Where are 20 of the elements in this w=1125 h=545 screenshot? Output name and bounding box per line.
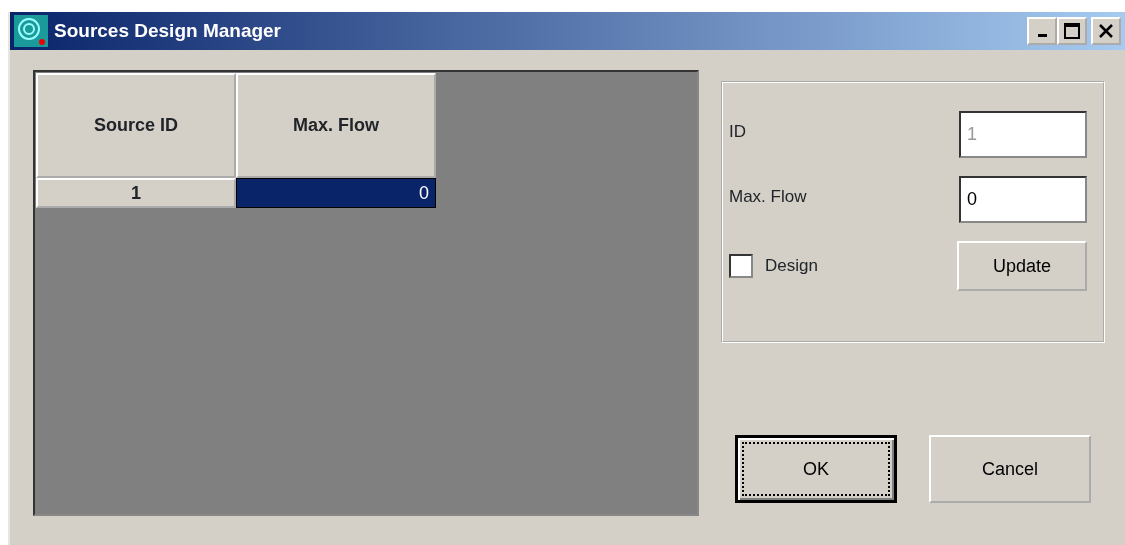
close-button[interactable] bbox=[1091, 17, 1121, 45]
dialog-button[interactable]: Cancel bbox=[929, 435, 1091, 503]
update-button[interactable]: Update bbox=[957, 241, 1087, 291]
field-label: ID bbox=[729, 121, 746, 143]
checkbox-label: Design bbox=[765, 255, 818, 278]
close-icon bbox=[1098, 23, 1114, 39]
column-header[interactable]: Source ID bbox=[36, 73, 236, 178]
table-cell[interactable]: 1 bbox=[36, 178, 236, 208]
input-field[interactable]: 0 bbox=[959, 176, 1087, 223]
field-label: Max. Flow bbox=[729, 186, 807, 208]
checkbox[interactable] bbox=[729, 254, 753, 278]
minimize-icon bbox=[1037, 34, 1047, 37]
window-title: Sources Design Manager bbox=[54, 18, 282, 43]
dialog-button[interactable]: OK bbox=[735, 435, 897, 503]
minimize-button[interactable] bbox=[1027, 17, 1057, 45]
column-header[interactable]: Max. Flow bbox=[236, 73, 436, 178]
app-icon bbox=[14, 15, 48, 47]
table-cell[interactable]: 0 bbox=[236, 178, 436, 208]
maximize-button[interactable] bbox=[1057, 17, 1087, 45]
maximize-icon bbox=[1064, 23, 1080, 39]
